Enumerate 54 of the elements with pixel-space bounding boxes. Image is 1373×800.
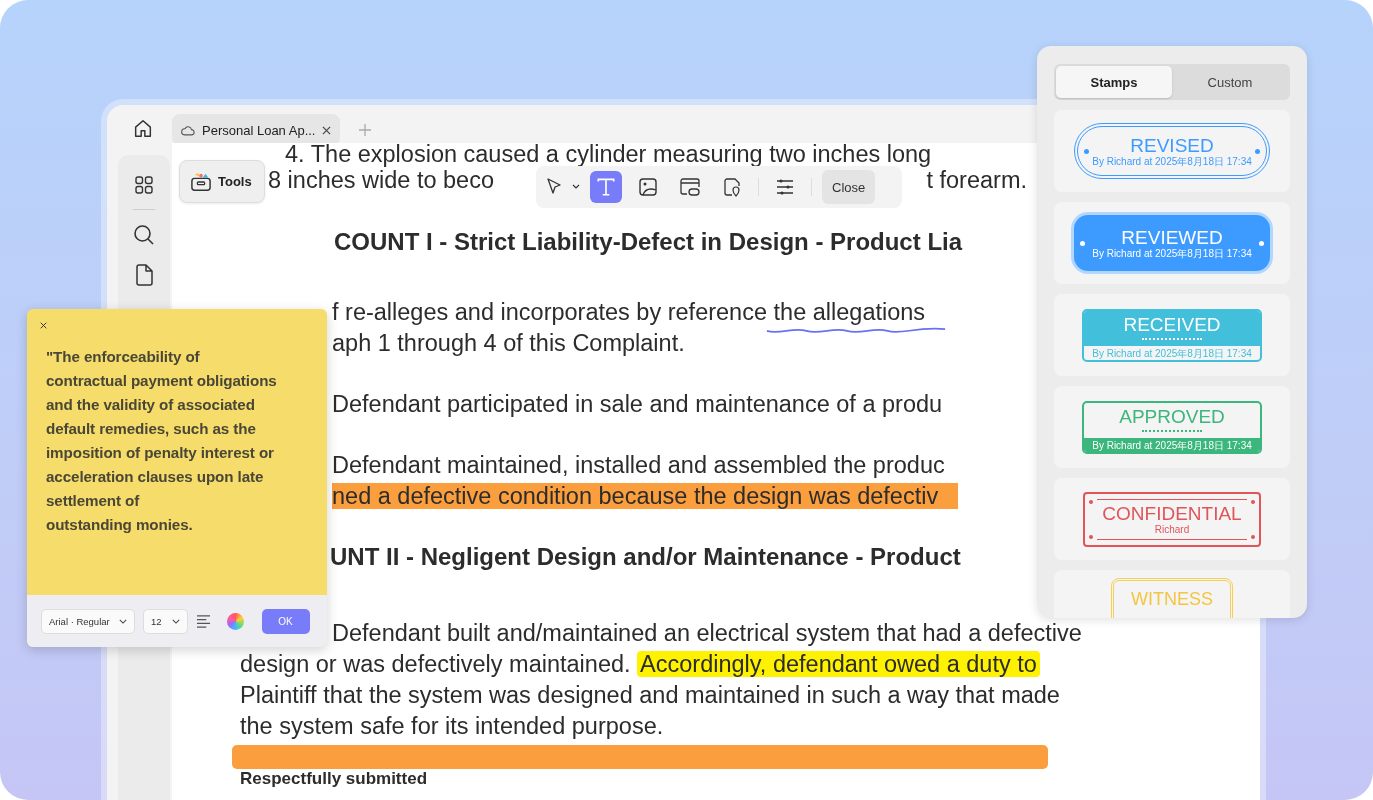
- location-icon: [722, 177, 742, 197]
- document-text: 4. The explosion caused a cylinder measuring two inches long: [285, 143, 932, 167]
- cloud-icon: [181, 124, 195, 136]
- underlined-text: the allegations: [773, 299, 926, 325]
- chevron-down-icon: [171, 618, 180, 624]
- stamp-title: WITNESS: [1131, 589, 1213, 610]
- document-text: 8 inches wide to beco: [268, 167, 494, 195]
- link-icon: [679, 177, 701, 197]
- color-picker[interactable]: [226, 612, 244, 630]
- align-icon[interactable]: [195, 614, 211, 628]
- stamp-title: RECEIVED: [1123, 313, 1221, 335]
- stamp-caption: Richard: [1154, 523, 1190, 536]
- document-text: f re-alleges and incorporates by reference: [332, 299, 768, 325]
- toolbox-icon: [190, 171, 212, 192]
- section-heading: COUNT I - Strict Liability-Defect in Design - Product Lia: [334, 228, 963, 255]
- document-text: aph 1 through 4 of this Complaint.: [332, 330, 685, 356]
- stamp-caption: By Richard at 2025年8月18日 17:34: [1092, 155, 1252, 168]
- stamp-caption: By Richard at 2025年8月18日 17:34: [1084, 437, 1260, 452]
- sliders-icon: [775, 177, 795, 197]
- stamp-caption: By Richard at 2025年8月18日 17:34: [1092, 347, 1252, 360]
- highlighted-text: ned a defective condition because the design was defectiv: [332, 483, 959, 509]
- stamp-card[interactable]: CONFIDENTIAL Richard: [1054, 478, 1290, 560]
- panel-tab[interactable]: Stamps: [1056, 66, 1172, 98]
- panel-tab[interactable]: Custom: [1172, 66, 1288, 98]
- document-text: Plaintiff that the system was designed and maintained in such a way that made: [240, 682, 1060, 708]
- document-text: design or was defectively maintained.: [240, 651, 632, 677]
- close-icon[interactable]: [322, 125, 332, 135]
- stamp-caption: By Richard at 2025年8月18日 17:34: [1092, 247, 1252, 260]
- close-button[interactable]: Close: [822, 170, 876, 204]
- tools-button[interactable]: Tools: [179, 160, 265, 203]
- text-icon: [595, 176, 617, 198]
- close-icon[interactable]: [40, 322, 47, 329]
- font-select[interactable]: Arial · Regular: [41, 608, 135, 634]
- stamp-title: REVISED: [1130, 134, 1214, 156]
- highlighted-text: Accordingly, defendant owed a duty to: [637, 651, 1040, 677]
- size-select[interactable]: 12: [143, 608, 188, 634]
- grid-icon[interactable]: [134, 175, 154, 195]
- document-text: Defendant built and/maintained an electrical system that had a defective: [332, 620, 1082, 646]
- document-text: Defendant participated in sale and maintenance of a produ: [332, 391, 943, 417]
- document-text: the system safe for its intended purpose.: [240, 713, 664, 739]
- page-icon[interactable]: [134, 264, 154, 286]
- section-heading: UNT II - Negligent Design and/or Maintenance - Product: [330, 543, 961, 570]
- chevron-down-icon: [119, 618, 127, 624]
- home-icon[interactable]: [132, 118, 154, 140]
- stamp-title: REVIEWED: [1121, 226, 1223, 248]
- text-tool[interactable]: [590, 171, 622, 203]
- document-text: Defendant maintained, installed and assembled the produc: [332, 452, 945, 478]
- closing-text: Respectfully submitted: [240, 769, 428, 788]
- image-icon: [638, 177, 658, 197]
- stamp-title: CONFIDENTIAL: [1102, 502, 1242, 524]
- document-text: t forearm.: [926, 167, 1027, 195]
- search-icon[interactable]: [133, 224, 155, 246]
- note-text: "The enforceability of contractual payment obligations and the validity of associated default remedies, such as the imposition of penalty interest or acceleration clauses upon late settlement of outstanding monies.: [46, 347, 278, 535]
- stamp-title: APPROVED: [1119, 405, 1225, 427]
